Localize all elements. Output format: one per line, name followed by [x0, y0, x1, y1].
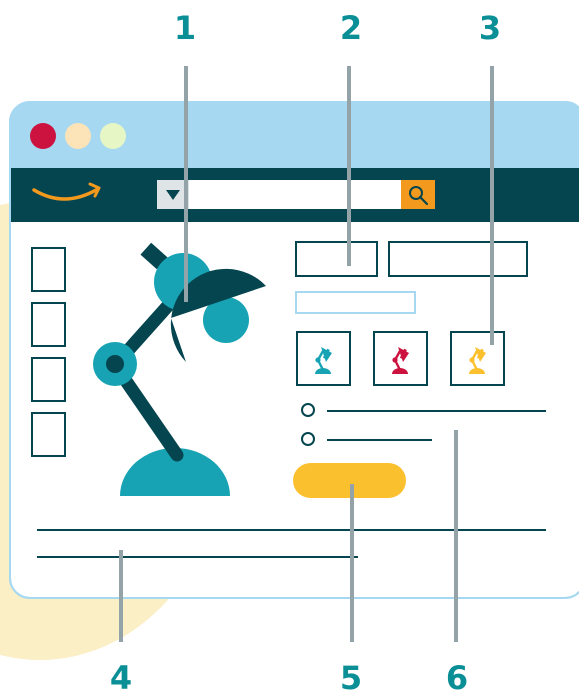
search-bar[interactable]: [157, 180, 435, 209]
radio-option-1[interactable]: [301, 403, 315, 417]
window-close-dot[interactable]: [30, 123, 56, 149]
callout-number-6: 6: [445, 659, 469, 697]
window-minimize-dot[interactable]: [65, 123, 91, 149]
callout-number-5: 5: [339, 659, 363, 697]
search-input[interactable]: [157, 180, 403, 209]
callout-number-3: 3: [478, 9, 502, 47]
diagram-canvas: [0, 66, 579, 660]
callout-number-4: 4: [109, 659, 133, 697]
add-to-cart-button[interactable]: [293, 463, 406, 498]
callout-number-2: 2: [339, 9, 363, 47]
radio-option-2[interactable]: [301, 432, 315, 446]
search-button[interactable]: [401, 180, 435, 209]
window-maximize-dot[interactable]: [100, 123, 126, 149]
callout-number-1: 1: [173, 9, 197, 47]
